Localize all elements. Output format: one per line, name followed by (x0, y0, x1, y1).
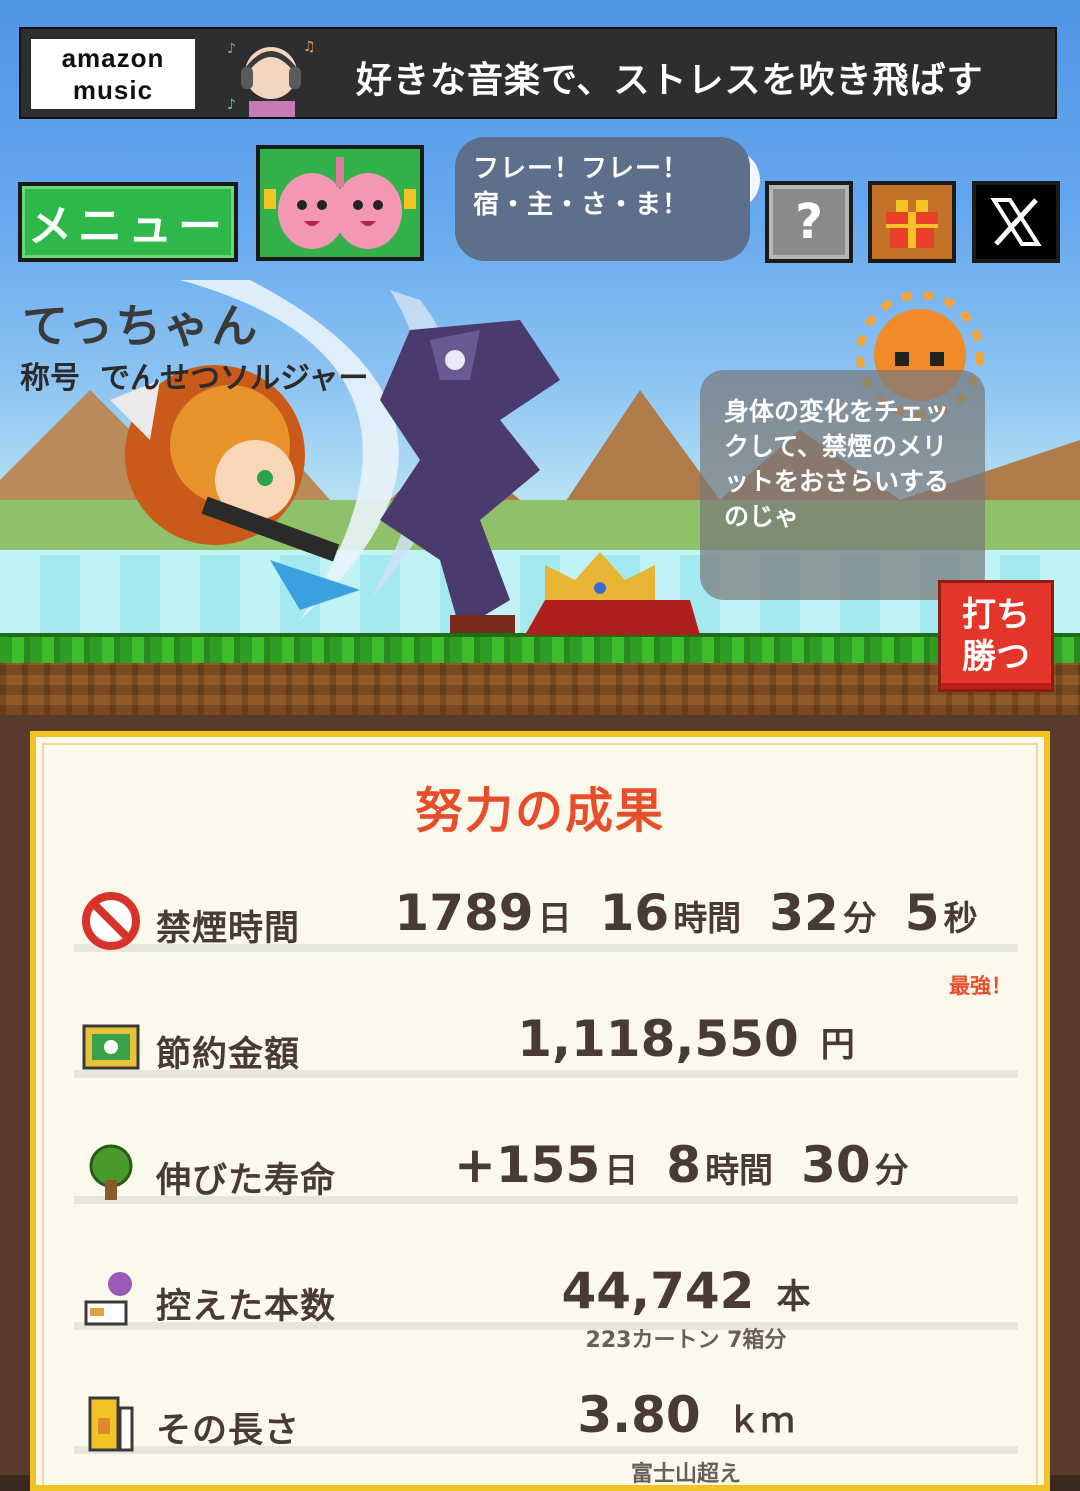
quit-time-value: 1789 日 16 時間 32 分 5 秒 (354, 884, 1018, 942)
tip-speech-bubble[interactable]: 身体の変化をチェックして、禁煙のメリットをおさらいするのじゃ (700, 370, 985, 600)
cigarette-count: 44,742 (561, 1262, 755, 1320)
title-label: 称号 (20, 361, 80, 396)
win-line: 勝つ (962, 637, 1030, 677)
svg-text:♪: ♪ (227, 41, 236, 57)
length-unit: ｋｍ (726, 1401, 795, 1441)
lungs-mascot-icon (264, 157, 416, 249)
cheer-lungs-button[interactable] (256, 145, 424, 261)
no-smoking-icon (82, 892, 140, 950)
row-label: 伸びた寿命 (156, 1161, 337, 1201)
row-label: 節約金額 (156, 1035, 301, 1075)
quit-time-row: 禁煙時間 1789 日 16 時間 32 分 5 秒 最強！ (74, 872, 1018, 998)
cigarette-unit: 本 (776, 1277, 811, 1317)
crown-sprite (525, 552, 700, 635)
results-section: 努力の成果 禁煙時間 1789 日 16 時間 32 分 5 秒 最強！ 節約金額 (0, 715, 1080, 1491)
length-amount: 3.80 (577, 1386, 701, 1444)
fuji-subtext: 富士山超え (630, 1462, 741, 1487)
cigarette-pack-icon (84, 1272, 132, 1326)
minutes-unit: 分 (874, 1151, 909, 1191)
row-label: 控えた本数 (156, 1287, 337, 1327)
cheer-speech-bubble: フレー！フレー！宿・主・さ・ま！ (455, 137, 750, 261)
svg-text:♫: ♫ (303, 39, 316, 55)
ad-banner[interactable]: amazon music ♪ ♫ ♪ 好きな音楽で、ストレスを吹き飛ばす (19, 27, 1057, 119)
seconds-unit: 秒 (943, 899, 978, 939)
hero-sprite (110, 365, 360, 610)
ad-text: 好きな音楽で、ストレスを吹き飛ばす (356, 60, 984, 101)
game-scene: amazon music ♪ ♫ ♪ 好きな音楽で、ストレスを吹き飛ばす メニュ… (0, 0, 1080, 715)
logo-line: music (72, 75, 154, 105)
x-share-button[interactable] (972, 181, 1060, 263)
row-label: 禁煙時間 (156, 909, 301, 949)
cigarette-length-row: その長さ 3.80 ｋｍ 富士山超え (74, 1374, 1018, 1487)
life-extended-value: +155 日 8 時間 30 分 (454, 1136, 1018, 1194)
money-saved-value: 1,118,550 円 (354, 1010, 1018, 1068)
length-value: 3.80 ｋｍ (354, 1386, 1018, 1444)
hours-unit: 時間 (705, 1151, 774, 1191)
strongest-badge: 最強！ (949, 974, 1012, 998)
win-line: 打ち (962, 595, 1030, 635)
amazon-music-logo: amazon music (31, 39, 195, 109)
cartons-subtext: 223カートン 7箱分 (585, 1328, 787, 1353)
days-unit: 日 (537, 899, 572, 939)
days-value: +155 (454, 1136, 601, 1194)
cigarettes-avoided-row: 控えた本数 44,742 本 223カートン 7箱分 (74, 1250, 1018, 1353)
hours-unit: 時間 (673, 899, 742, 939)
days-value: 1789 (394, 884, 534, 942)
player-name: てっちゃん (22, 299, 260, 353)
cigarettes-avoided-value: 44,742 本 (354, 1262, 1018, 1320)
gift-icon (886, 200, 938, 248)
logo-line: amazon (61, 43, 165, 73)
win-craving-button[interactable]: 打ち 勝つ (938, 580, 1054, 692)
svg-text:♪: ♪ (227, 97, 236, 113)
tree-icon (89, 1144, 133, 1200)
minutes-value: 32 (769, 884, 839, 942)
money-icon (82, 1024, 140, 1070)
days-unit: 日 (604, 1151, 639, 1191)
minutes-unit: 分 (842, 899, 877, 939)
money-unit: 円 (820, 1025, 855, 1065)
headphone-person-icon: ♪ ♫ ♪ (227, 39, 316, 117)
minutes-value: 30 (801, 1136, 871, 1194)
tall-cigarettes-icon (88, 1396, 134, 1452)
menu-button[interactable]: メニュー (18, 182, 238, 262)
enemy-sprite (380, 320, 560, 633)
seconds-value: 5 (904, 884, 940, 942)
help-button[interactable]: ? (765, 181, 853, 263)
x-logo-icon (990, 198, 1042, 246)
money-amount: 1,118,550 (517, 1010, 799, 1068)
hours-value: 16 (599, 884, 670, 942)
gift-button[interactable] (868, 181, 956, 263)
results-title: 努力の成果 (414, 783, 665, 839)
row-label: その長さ (156, 1411, 301, 1451)
life-extended-row: 伸びた寿命 +155 日 8 時間 30 分 (74, 1124, 1018, 1204)
hours-value: 8 (666, 1136, 702, 1194)
player-title: 称号 でんせつソルジャー (20, 353, 369, 397)
results-panel: 努力の成果 禁煙時間 1789 日 16 時間 32 分 5 秒 最強！ 節約金額 (30, 731, 1050, 1491)
title-value: でんせつソルジャー (100, 361, 369, 396)
money-saved-row: 節約金額 1,118,550 円 (74, 998, 1018, 1078)
